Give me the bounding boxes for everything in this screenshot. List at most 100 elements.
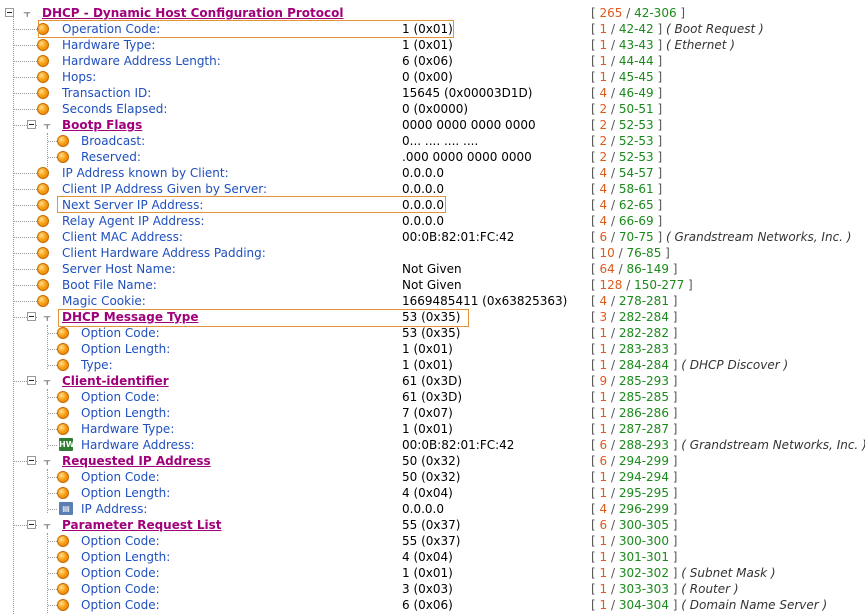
field-row-client-mac-address[interactable]: Client MAC Address: 00:0B:82:01:FC:42 [ 6 …: [0, 229, 865, 245]
field-bullet-icon: [57, 135, 69, 147]
tree-line: [14, 61, 37, 62]
field-value: 15645 (0x00003D1D): [402, 86, 533, 100]
byte-range: [ 3 / 282-284 ]: [591, 310, 678, 324]
field-row-option-length[interactable]: Option Length: 1 (0x01) [ 1 / 283-283 ]: [0, 341, 865, 357]
field-row-option-length[interactable]: Option Length: 7 (0x07) [ 1 / 286-286 ]: [0, 405, 865, 421]
field-label: Bootp Flags: [62, 118, 143, 132]
byte-range: [ 1 / 43-43 ] ( Ethernet ): [591, 38, 735, 52]
field-row-bootp-flags[interactable]: ⫟ Bootp Flags 0000 0000 0000 0000 [ 2 / 52-…: [0, 117, 865, 133]
field-bullet-icon: [57, 471, 69, 483]
field-description: Boot Request: [674, 22, 756, 36]
collapse-toggle-icon[interactable]: [27, 376, 36, 385]
field-row-boot-file-name[interactable]: Boot File Name: Not Given [ 128 / 150-277 …: [0, 277, 865, 293]
section-tree-icon: ⫟: [43, 454, 51, 468]
field-label: Client MAC Address:: [62, 230, 183, 244]
field-bullet-icon: [57, 391, 69, 403]
field-label: Hops:: [62, 70, 97, 84]
field-row-seconds-elapsed[interactable]: Seconds Elapsed: 0 (0x0000) [ 2 / 50-51 ]: [0, 101, 865, 117]
byte-range: [ 1 / 287-287 ]: [591, 422, 678, 436]
field-row-option-code[interactable]: Option Code: 50 (0x32) [ 1 / 294-294 ]: [0, 469, 865, 485]
collapse-toggle-icon[interactable]: [27, 120, 36, 129]
field-value: 53 (0x35): [402, 310, 461, 324]
tree-line: [14, 237, 37, 238]
byte-range: [ 1 / 286-286 ]: [591, 406, 678, 420]
collapse-toggle-icon[interactable]: [27, 312, 36, 321]
field-value: 1 (0x01): [402, 22, 453, 36]
field-bullet-icon: [57, 535, 69, 547]
field-row-hardware-address-length[interactable]: Hardware Address Length: 6 (0x06) [ 1 / 44…: [0, 53, 865, 69]
field-row-requested-ip-address[interactable]: ⫟ Requested IP Address 50 (0x32) [ 6 / 294-…: [0, 453, 865, 469]
tree-line: [48, 365, 57, 366]
byte-range: [ 6 / 70-75 ] ( Grandstream Networks, In…: [591, 230, 852, 244]
field-row-magic-cookie[interactable]: Magic Cookie: 1669485411 (0x63825363) [ 4 …: [0, 293, 865, 309]
collapse-toggle-icon[interactable]: [27, 456, 36, 465]
field-row-option-length[interactable]: Option Length: 4 (0x04) [ 1 / 295-295 ]: [0, 485, 865, 501]
field-value: 1669485411 (0x63825363): [402, 294, 568, 308]
field-row-option-code[interactable]: Option Code: 1 (0x01) [ 1 / 302-302 ] ( Su…: [0, 565, 865, 581]
field-value: 6 (0x06): [402, 54, 453, 68]
tree-line: [48, 141, 57, 142]
field-bullet-icon: [57, 423, 69, 435]
field-label: Hardware Type:: [81, 422, 175, 436]
field-row-broadcast[interactable]: Broadcast: 0... .... .... .... [ 2 / 52-53…: [0, 133, 865, 149]
field-bullet-icon: [57, 567, 69, 579]
field-row-hardware-type[interactable]: Hardware Type: 1 (0x01) [ 1 / 287-287 ]: [0, 421, 865, 437]
tree-line: [14, 285, 37, 286]
field-bullet-icon: [57, 343, 69, 355]
field-row-hardware-address[interactable]: HW Hardware Address: 00:0B:82:01:FC:42 [ 6 …: [0, 437, 865, 453]
field-row-option-code[interactable]: Option Code: 55 (0x37) [ 1 / 300-300 ]: [0, 533, 865, 549]
collapse-toggle-icon[interactable]: [5, 8, 14, 17]
field-row-next-server-ip-address[interactable]: Next Server IP Address: 0.0.0.0 [ 4 / 62-6…: [0, 197, 865, 213]
field-label: Option Length:: [81, 342, 171, 356]
field-row-reserved[interactable]: Reserved: .000 0000 0000 0000 [ 2 / 52-53 …: [0, 149, 865, 165]
field-row-operation-code[interactable]: Operation Code: 1 (0x01) [ 1 / 42-42 ] ( B…: [0, 21, 865, 37]
field-row-option-code[interactable]: Option Code: 53 (0x35) [ 1 / 282-282 ]: [0, 325, 865, 341]
field-value: 00:0B:82:01:FC:42: [402, 230, 515, 244]
field-row-hops[interactable]: Hops: 0 (0x00) [ 1 / 45-45 ]: [0, 69, 865, 85]
field-row-client-hardware-address-padding[interactable]: Client Hardware Address Padding: [ 10 / 7…: [0, 245, 865, 261]
field-value: 1 (0x01): [402, 566, 453, 580]
field-row-ip-address-known-by-client[interactable]: IP Address known by Client: 0.0.0.0 [ 4 / …: [0, 165, 865, 181]
tree-line: [14, 109, 37, 110]
collapse-toggle-icon[interactable]: [27, 520, 36, 529]
tree-line: [48, 557, 57, 558]
field-bullet-icon: [37, 295, 49, 307]
field-row-option-code[interactable]: Option Code: 3 (0x03) [ 1 / 303-303 ] ( Ro…: [0, 581, 865, 597]
field-value: 55 (0x37): [402, 534, 461, 548]
field-label: IP Address:: [81, 502, 148, 516]
field-row-type[interactable]: Type: 1 (0x01) [ 1 / 284-284 ] ( DHCP Disc…: [0, 357, 865, 373]
byte-range: [ 6 / 294-299 ]: [591, 454, 678, 468]
field-value: 61 (0x3D): [402, 374, 463, 388]
field-row-option-code[interactable]: Option Code: 61 (0x3D) [ 1 / 285-285 ]: [0, 389, 865, 405]
field-row-hardware-type[interactable]: Hardware Type: 1 (0x01) [ 1 / 43-43 ] ( Et…: [0, 37, 865, 53]
field-bullet-icon: [37, 87, 49, 99]
field-label: Option Code:: [81, 470, 160, 484]
field-value: .000 0000 0000 0000: [402, 150, 532, 164]
field-bullet-icon: [37, 55, 49, 67]
field-label: Option Length:: [81, 550, 171, 564]
field-value: 1 (0x01): [402, 342, 453, 356]
dhcp-header-row[interactable]: ⫟ DHCP - Dynamic Host Configuration Prot…: [0, 5, 865, 21]
field-label: Option Code:: [81, 534, 160, 548]
field-label: Boot File Name:: [62, 278, 157, 292]
field-row-server-host-name[interactable]: Server Host Name: Not Given [ 64 / 86-149 …: [0, 261, 865, 277]
ip-address-icon: ▤: [59, 502, 73, 515]
field-label: Option Length:: [81, 486, 171, 500]
field-value: 4 (0x04): [402, 486, 453, 500]
field-description: Grandstream Networks, Inc.: [674, 230, 843, 244]
field-label: Operation Code:: [62, 22, 161, 36]
field-row-client-identifier[interactable]: ⫟ Client-identifier 61 (0x3D) [ 9 / 285-293…: [0, 373, 865, 389]
byte-range: [ 1 / 282-282 ]: [591, 326, 678, 340]
field-row-relay-agent-ip-address[interactable]: Relay Agent IP Address: 0.0.0.0 [ 4 / 66-6…: [0, 213, 865, 229]
field-row-transaction-id[interactable]: Transaction ID: 15645 (0x00003D1D) [ 4 / 4…: [0, 85, 865, 101]
field-row-option-length[interactable]: Option Length: 4 (0x04) [ 1 / 301-301 ]: [0, 549, 865, 565]
field-row-dhcp-message-type[interactable]: ⫟ DHCP Message Type 53 (0x35) [ 3 / 282-284…: [0, 309, 865, 325]
field-row-option-code[interactable]: Option Code: 6 (0x06) [ 1 / 304-304 ] ( Do…: [0, 597, 865, 613]
field-value: 0000 0000 0000 0000: [402, 118, 536, 132]
field-row-client-ip-address-given-by-server[interactable]: Client IP Address Given by Server: 0.0.0.…: [0, 181, 865, 197]
field-label: Client Hardware Address Padding:: [62, 246, 266, 260]
field-label: Type:: [81, 358, 113, 372]
field-bullet-icon: [57, 327, 69, 339]
field-row-parameter-request-list[interactable]: ⫟ Parameter Request List 55 (0x37) [ 6 / 30…: [0, 517, 865, 533]
field-row-ip-address[interactable]: ▤ IP Address: 0.0.0.0 [ 4 / 296-299 ]: [0, 501, 865, 517]
